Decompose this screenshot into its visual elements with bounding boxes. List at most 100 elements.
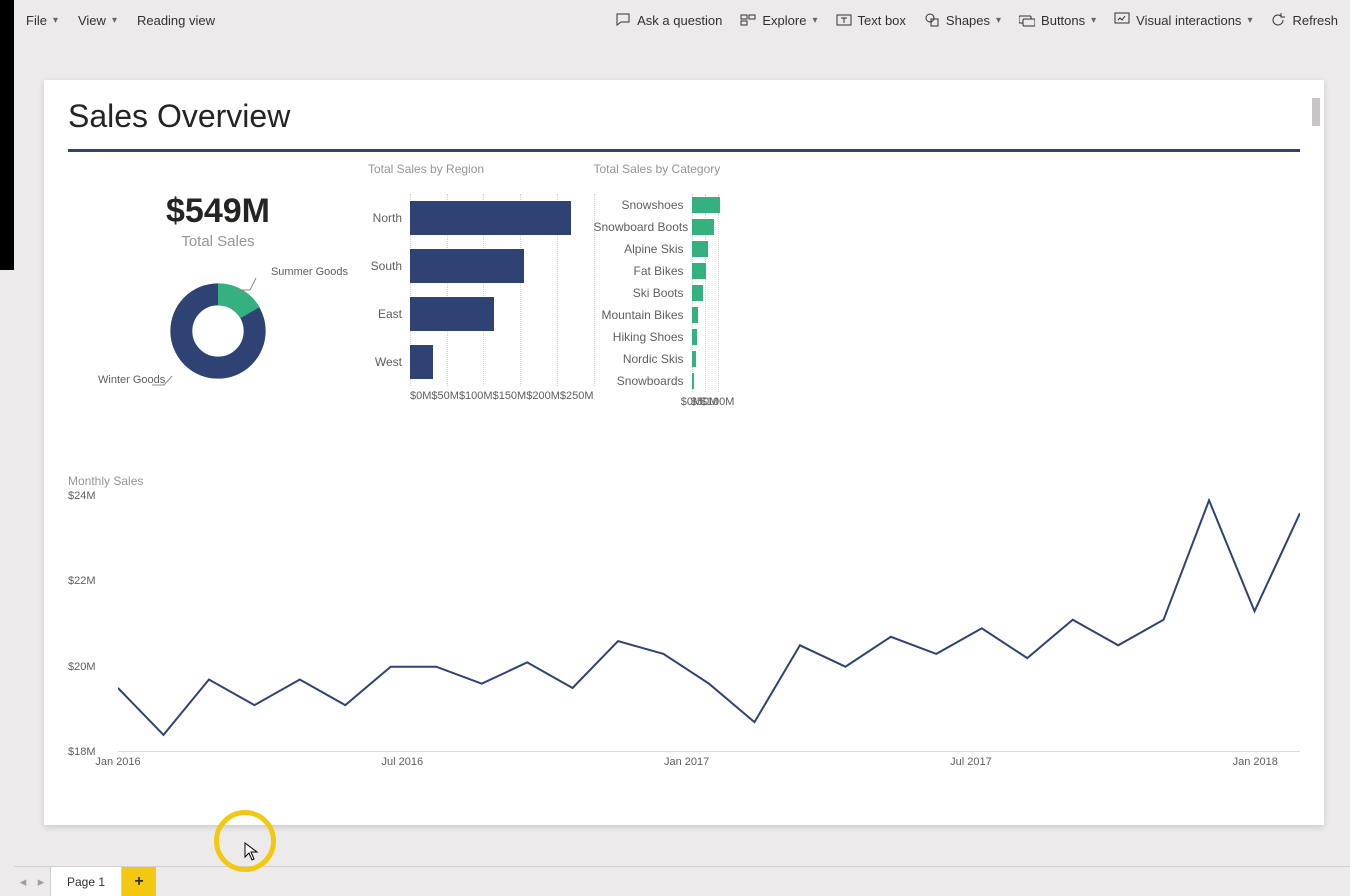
buttons-icon [1019, 12, 1035, 28]
shapes-menu[interactable]: Shapes ▾ [924, 12, 1001, 28]
category-bar-row: Nordic Skis [594, 348, 721, 370]
bar[interactable] [410, 249, 524, 283]
shapes-label: Shapes [946, 13, 990, 28]
chevron-down-icon: ▾ [1091, 15, 1096, 26]
region-bar-chart[interactable]: Total Sales by Region NorthSouthEastWest… [368, 162, 594, 446]
bar-label: Hiking Shoes [594, 330, 692, 344]
chevron-down-icon: ▾ [812, 15, 817, 26]
axis-tick: $100M [459, 390, 493, 402]
file-menu[interactable]: File ▾ [26, 13, 58, 28]
axis-tick: $100M [701, 396, 735, 408]
chat-icon [615, 12, 631, 28]
visual-interactions-icon [1114, 12, 1130, 28]
bar-label: Snowboards [594, 374, 692, 388]
axis-tick: Jul 2017 [950, 756, 992, 768]
kpi-label: Total Sales [68, 233, 368, 250]
reading-view-button[interactable]: Reading view [137, 13, 215, 28]
bar[interactable] [692, 351, 697, 367]
axis-tick: Jul 2016 [382, 756, 424, 768]
refresh-button[interactable]: Refresh [1270, 12, 1338, 28]
donut-label-summer: Summer Goods [271, 266, 348, 278]
category-bar-row: Fat Bikes [594, 260, 721, 282]
axis-tick: $24M [68, 490, 96, 502]
bar[interactable] [410, 345, 433, 379]
axis-tick: $250M [560, 390, 594, 402]
bar[interactable] [692, 263, 706, 279]
bar-label: Nordic Skis [594, 352, 692, 366]
bar[interactable] [692, 373, 694, 389]
command-bar: File ▾ View ▾ Reading view Ask a questio… [14, 0, 1350, 40]
chevron-down-icon: ▾ [53, 15, 58, 26]
view-menu[interactable]: View ▾ [78, 13, 117, 28]
donut-chart[interactable]: Summer Goods Winter Goods [88, 266, 348, 446]
monthly-line-chart[interactable]: Monthly Sales $24M$22M$20M$18M Jan 2016J… [68, 474, 1300, 776]
bar-label: Alpine Skis [594, 242, 692, 256]
bar-label: North [368, 211, 410, 225]
page-title: Sales Overview [68, 98, 1300, 135]
chevron-down-icon: ▾ [996, 15, 1001, 26]
textbox-button[interactable]: Text box [836, 12, 906, 28]
kpi-value: $549M [68, 192, 368, 231]
bar[interactable] [410, 201, 571, 235]
visual-interactions-menu[interactable]: Visual interactions ▾ [1114, 12, 1252, 28]
add-page-button[interactable]: + [122, 867, 156, 896]
bar-label: Mountain Bikes [594, 308, 692, 322]
category-bar-chart[interactable]: Total Sales by Category Snowshoes Snowboa… [594, 162, 721, 446]
shapes-icon [924, 12, 940, 28]
axis-tick: Jan 2017 [664, 756, 709, 768]
title-rule [68, 149, 1300, 152]
prev-page-button[interactable]: ◂ [14, 867, 32, 896]
next-page-button[interactable]: ▸ [32, 867, 50, 896]
cursor-icon [244, 842, 260, 867]
monthly-title: Monthly Sales [68, 474, 1300, 488]
bar-label: Snowboard Boots [594, 220, 692, 234]
axis-tick: $20M [68, 661, 96, 673]
category-bar-row: Alpine Skis [594, 238, 721, 260]
category-title: Total Sales by Category [594, 162, 721, 176]
region-bar-row: North [368, 194, 594, 242]
reading-view-label: Reading view [137, 13, 215, 28]
bar[interactable] [692, 329, 698, 345]
bar[interactable] [410, 297, 494, 331]
buttons-menu[interactable]: Buttons ▾ [1019, 12, 1096, 28]
axis-tick: Jan 2016 [95, 756, 140, 768]
ask-question-button[interactable]: Ask a question [615, 12, 722, 28]
chevron-down-icon: ▾ [112, 15, 117, 26]
view-menu-label: View [78, 13, 106, 28]
axis-tick: $18M [68, 746, 96, 758]
plus-icon: + [134, 873, 143, 891]
bar[interactable] [692, 285, 703, 301]
bar-label: West [368, 355, 410, 369]
buttons-label: Buttons [1041, 13, 1085, 28]
page-tab-1-label: Page 1 [67, 875, 105, 889]
page-tab-bar: ◂ ▸ Page 1 + [14, 866, 1350, 896]
scrollbar[interactable] [1312, 98, 1320, 126]
bar-label: Fat Bikes [594, 264, 692, 278]
region-bar-row: South [368, 242, 594, 290]
textbox-icon [836, 12, 852, 28]
bar-label: Snowshoes [594, 198, 692, 212]
report-canvas[interactable]: Sales Overview $549M Total Sales Summer … [44, 80, 1324, 825]
bar[interactable] [692, 241, 709, 257]
category-bar-row: Ski Boots [594, 282, 721, 304]
category-bar-row: Snowboard Boots [594, 216, 721, 238]
explore-label: Explore [762, 13, 806, 28]
textbox-label: Text box [858, 13, 906, 28]
bar[interactable] [692, 197, 720, 213]
bar-label: South [368, 259, 410, 273]
category-bar-row: Snowboards [594, 370, 721, 392]
region-bar-row: East [368, 290, 594, 338]
donut-label-winter: Winter Goods [98, 374, 165, 386]
chevron-down-icon: ▾ [1247, 15, 1252, 26]
axis-tick: $200M [526, 390, 560, 402]
category-bar-row: Mountain Bikes [594, 304, 721, 326]
bar[interactable] [692, 219, 715, 235]
page-tab-1[interactable]: Page 1 [50, 867, 122, 896]
explore-menu[interactable]: Explore ▾ [740, 12, 817, 28]
axis-tick: $50M [431, 390, 459, 402]
bar[interactable] [692, 307, 699, 323]
visual-interactions-label: Visual interactions [1136, 13, 1241, 28]
bar-label: Ski Boots [594, 286, 692, 300]
kpi-card[interactable]: $549M Total Sales Summer Goods Winter Go… [68, 162, 368, 446]
region-bar-row: West [368, 338, 594, 386]
